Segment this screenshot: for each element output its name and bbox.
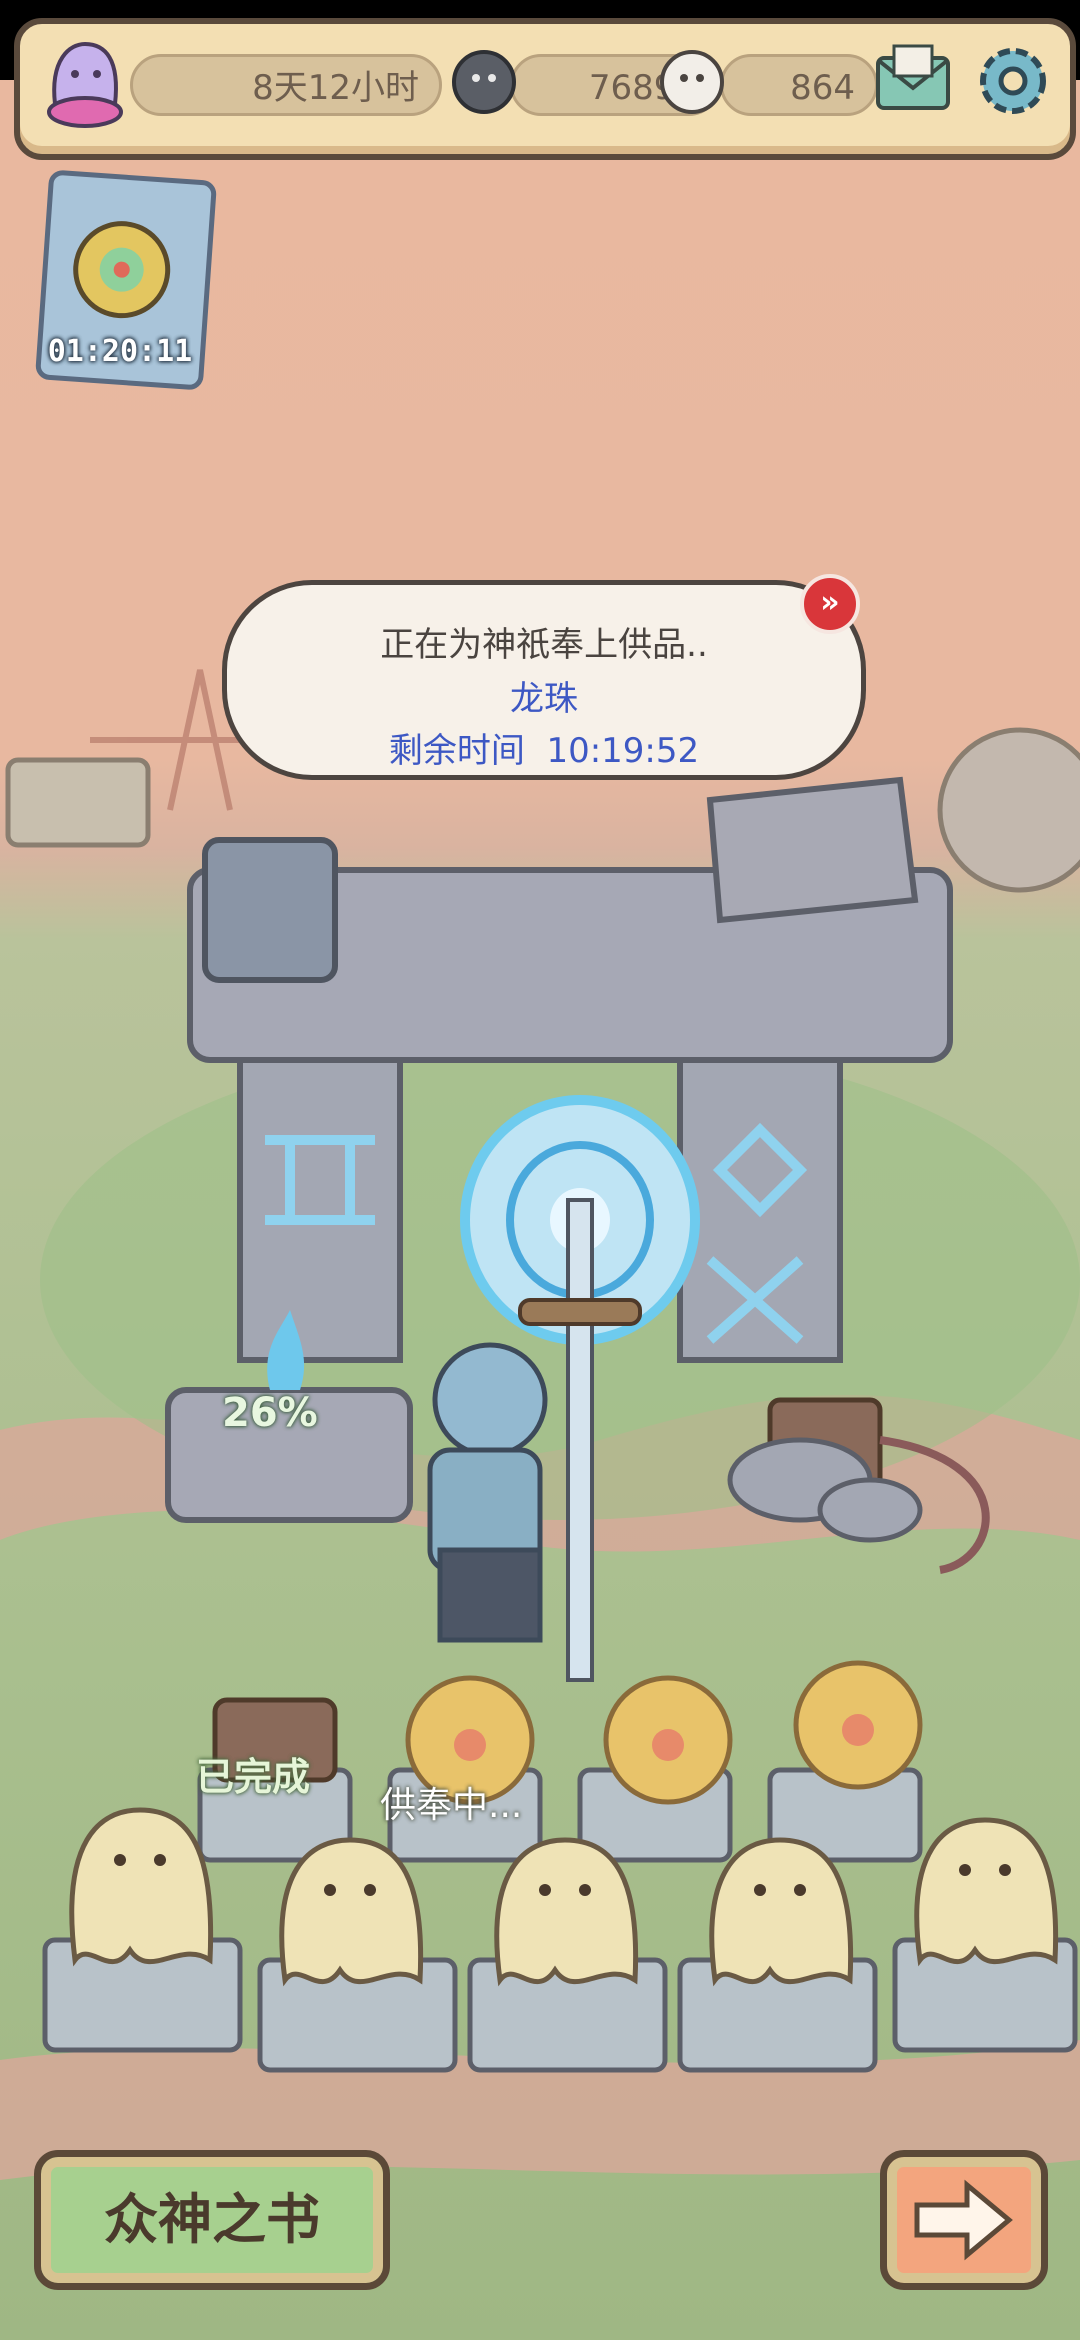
arrow-right-icon: [914, 2179, 1013, 2261]
next-button[interactable]: [880, 2150, 1048, 2290]
light-coin-value: 864: [790, 68, 855, 108]
game-scene: [0, 80, 1080, 2340]
time-remaining-text: 8天12小时: [252, 68, 419, 108]
time-value: 10:19:52: [546, 731, 700, 771]
offering-time-remaining: 剩余时间 10:19:52: [227, 723, 861, 772]
light-coin-counter: 864: [720, 54, 878, 116]
settings-gear-icon[interactable]: [970, 38, 1056, 124]
offering-status-text: 正在为神祇奉上供品..: [380, 625, 708, 665]
time-label: 剩余时间: [388, 731, 525, 771]
pedestal-status-offering: 供奉中...: [380, 1785, 523, 1826]
book-of-gods-button[interactable]: 众神之书: [34, 2150, 390, 2290]
dark-coin-icon: [452, 50, 516, 114]
fast-forward-icon: »: [820, 585, 840, 620]
book-of-gods-label: 众神之书: [104, 2188, 320, 2251]
card-timer: 01:20:11: [47, 334, 193, 369]
ghost-avatar-icon[interactable]: [40, 34, 130, 134]
background-art: [0, 669, 1080, 2180]
fast-forward-button[interactable]: »: [800, 574, 860, 634]
pedestal-status-done: 已完成: [196, 1755, 311, 1799]
altar-progress: 26%: [222, 1390, 318, 1436]
offering-status-bubble: 正在为神祇奉上供品.. 龙珠 剩余时间 10:19:52: [222, 580, 866, 780]
resource-bar: 8天12小时 76898 864: [14, 18, 1076, 160]
mail-icon[interactable]: [870, 38, 956, 124]
offering-item-name: 龙珠: [510, 679, 578, 719]
time-remaining-display: 8天12小时: [130, 54, 442, 116]
light-coin-icon: [660, 50, 724, 114]
